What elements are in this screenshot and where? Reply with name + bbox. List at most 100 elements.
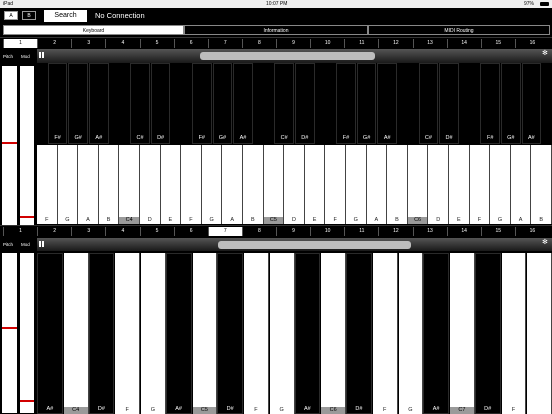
channel-4[interactable]: 4 xyxy=(105,227,139,236)
black-key[interactable]: D# xyxy=(88,253,115,414)
black-key[interactable]: G# xyxy=(212,63,233,144)
black-key[interactable]: A# xyxy=(165,253,192,414)
black-key[interactable]: D# xyxy=(217,253,243,414)
black-key[interactable]: D# xyxy=(295,63,315,144)
white-key[interactable]: C4 xyxy=(119,145,140,224)
channel-7[interactable]: 7 xyxy=(207,39,242,48)
black-key[interactable]: C# xyxy=(418,63,439,144)
channel-13[interactable]: 13 xyxy=(412,227,447,236)
channel-9[interactable]: 9 xyxy=(276,227,310,236)
white-key[interactable]: D xyxy=(140,145,161,224)
white-key[interactable]: A xyxy=(510,145,532,224)
channel-16[interactable]: 16 xyxy=(514,39,549,48)
white-key[interactable]: C5 xyxy=(263,145,285,224)
black-key[interactable]: A# xyxy=(37,253,63,414)
keyboard-scrollbar[interactable] xyxy=(218,241,411,249)
white-key[interactable]: B xyxy=(387,145,408,224)
channel-1[interactable]: 1 xyxy=(3,227,37,236)
white-key[interactable]: F xyxy=(114,253,140,414)
channel-12[interactable]: 12 xyxy=(378,227,412,236)
white-key[interactable]: G xyxy=(490,145,511,224)
black-key[interactable]: G# xyxy=(68,63,88,144)
gear-icon[interactable]: ✻ xyxy=(542,50,549,57)
search-button[interactable]: Search xyxy=(44,10,87,22)
channel-2[interactable]: 2 xyxy=(37,227,71,236)
channel-10[interactable]: 10 xyxy=(310,39,344,48)
white-key[interactable]: F xyxy=(325,145,346,224)
white-key[interactable]: E xyxy=(304,145,326,224)
black-key[interactable]: F# xyxy=(480,63,500,144)
black-key[interactable]: A# xyxy=(233,63,253,144)
channel-14[interactable]: 14 xyxy=(446,39,481,48)
white-key[interactable]: G xyxy=(268,253,295,414)
black-key[interactable]: D# xyxy=(346,253,372,414)
mod-wheel[interactable] xyxy=(20,66,34,226)
gear-icon[interactable]: ✻ xyxy=(542,239,549,246)
channel-1[interactable]: 1 xyxy=(3,39,38,48)
white-key[interactable]: B xyxy=(531,145,552,224)
b-button[interactable]: B xyxy=(22,11,36,20)
channel-11[interactable]: 11 xyxy=(344,227,378,236)
black-key[interactable]: A# xyxy=(521,63,542,144)
channel-15[interactable]: 15 xyxy=(480,227,515,236)
channel-12[interactable]: 12 xyxy=(378,39,412,48)
white-key[interactable]: F xyxy=(371,253,398,414)
white-key[interactable]: G xyxy=(346,145,367,224)
channel-2[interactable]: 2 xyxy=(37,39,71,48)
channel-4[interactable]: 4 xyxy=(105,39,139,48)
channel-13[interactable]: 13 xyxy=(412,39,447,48)
white-key[interactable]: G xyxy=(140,253,166,414)
white-key[interactable]: G xyxy=(57,145,79,224)
black-key[interactable]: A# xyxy=(423,253,449,414)
black-key[interactable]: A# xyxy=(89,63,109,144)
white-key[interactable]: F xyxy=(181,145,202,224)
channel-9[interactable]: 9 xyxy=(276,39,310,48)
tab-midi-routing[interactable]: MIDI Routing xyxy=(368,25,550,35)
white-key[interactable]: E xyxy=(449,145,470,224)
white-key[interactable]: F xyxy=(500,253,527,414)
channel-6[interactable]: 6 xyxy=(173,39,208,48)
white-key[interactable]: A xyxy=(366,145,388,224)
white-key[interactable] xyxy=(526,253,552,414)
black-key[interactable]: G# xyxy=(356,63,377,144)
tab-keyboard[interactable]: Keyboard xyxy=(3,25,184,35)
channel-8[interactable]: 8 xyxy=(241,227,276,236)
white-key[interactable]: F xyxy=(37,145,58,224)
white-key[interactable]: C5 xyxy=(191,253,218,414)
channel-3[interactable]: 3 xyxy=(71,227,105,236)
pitch-wheel[interactable] xyxy=(2,66,17,226)
white-key[interactable]: C7 xyxy=(449,253,475,414)
black-key[interactable]: D# xyxy=(474,253,501,414)
channel-5[interactable]: 5 xyxy=(139,39,174,48)
channel-11[interactable]: 11 xyxy=(344,39,378,48)
black-key[interactable]: G# xyxy=(501,63,521,144)
white-key[interactable]: B xyxy=(243,145,264,224)
white-key[interactable]: A xyxy=(78,145,99,224)
white-key[interactable]: F xyxy=(469,145,491,224)
white-key[interactable]: F xyxy=(243,253,269,414)
black-key[interactable]: C# xyxy=(130,63,150,144)
pause-icon[interactable] xyxy=(39,241,44,247)
channel-15[interactable]: 15 xyxy=(480,39,515,48)
black-key[interactable]: C# xyxy=(274,63,294,144)
channel-14[interactable]: 14 xyxy=(446,227,481,236)
white-key[interactable]: E xyxy=(160,145,182,224)
channel-6[interactable]: 6 xyxy=(173,227,208,236)
channel-10[interactable]: 10 xyxy=(310,227,344,236)
channel-16[interactable]: 16 xyxy=(514,227,549,236)
a-button[interactable]: A xyxy=(4,11,18,20)
white-key[interactable]: G xyxy=(397,253,424,414)
channel-7[interactable]: 7 xyxy=(207,227,242,236)
channel-5[interactable]: 5 xyxy=(139,227,174,236)
mod-wheel[interactable] xyxy=(20,253,34,413)
white-key[interactable]: B xyxy=(98,145,120,224)
white-key[interactable]: D xyxy=(428,145,449,224)
black-key[interactable]: A# xyxy=(377,63,397,144)
channel-8[interactable]: 8 xyxy=(241,39,276,48)
white-key[interactable]: C6 xyxy=(320,253,346,414)
black-key[interactable]: A# xyxy=(294,253,321,414)
black-key[interactable]: F# xyxy=(336,63,356,144)
white-key[interactable]: C4 xyxy=(62,253,89,414)
black-key[interactable]: D# xyxy=(439,63,459,144)
keyboard-scrollbar[interactable] xyxy=(200,52,375,60)
